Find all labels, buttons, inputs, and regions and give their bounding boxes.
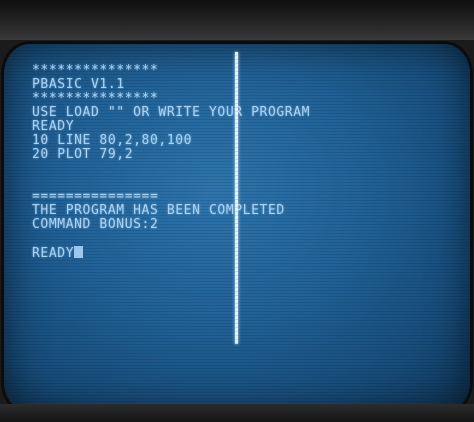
monitor-bezel-bottom [0,404,474,422]
program-line: 20 PLOT 79,2 [32,147,134,162]
plotted-vertical-line [235,52,238,344]
banner-line: *************** [32,63,159,78]
banner-line: *************** [32,91,159,106]
bonus-message: COMMAND BONUS:2 [32,217,159,232]
completion-message: THE PROGRAM HAS BEEN COMPLETED [32,203,285,218]
crt-screen[interactable]: *************** PBASIC V1.1 ************… [4,44,470,412]
text-cursor [74,246,84,258]
separator-line: =============== [32,189,159,204]
terminal-output: *************** PBASIC V1.1 ************… [32,63,452,261]
instruction-line: USE LOAD "" OR WRITE YOUR PROGRAM [32,105,311,120]
ready-line: READY [32,119,75,134]
version-line: PBASIC V1.1 [32,77,125,92]
ready-prompt: READY [32,246,75,261]
program-line: 10 LINE 80,2,80,100 [32,133,193,148]
monitor-bezel-top [0,0,474,40]
prompt-line[interactable]: READY [32,246,452,261]
